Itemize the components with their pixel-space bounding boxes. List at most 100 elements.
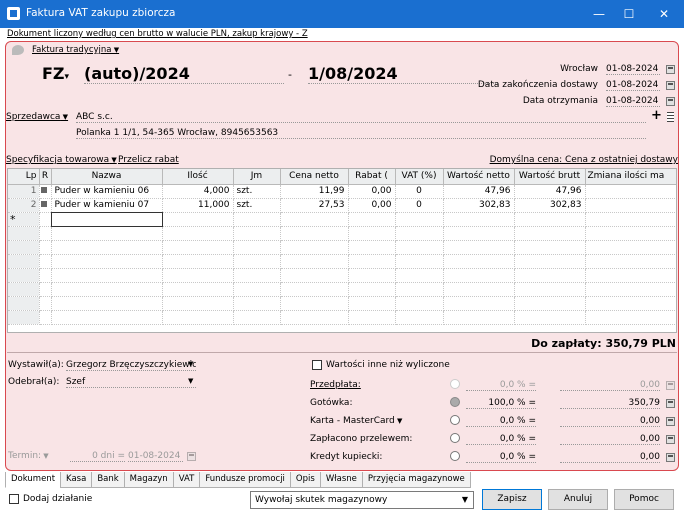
payment-amount-card[interactable]: 0,00 [560, 416, 660, 427]
close-button[interactable]: ✕ [647, 0, 681, 28]
tab-fundusze-promocji[interactable]: Fundusze promocji [199, 472, 291, 488]
col-qty[interactable]: Ilość [162, 169, 234, 185]
cell-name[interactable]: Puder w kamieniu 06 [51, 184, 163, 199]
payment-amount-cash[interactable]: 350,79 [560, 398, 660, 409]
document-date-field[interactable]: 1/08/2024 [308, 64, 498, 84]
calculator-icon[interactable] [666, 381, 675, 390]
calculator-icon[interactable] [666, 417, 675, 426]
new-row-name-input[interactable] [50, 211, 163, 227]
document-mode-note[interactable]: Dokument liczony według cen brutto w wal… [7, 29, 308, 39]
payment-radio-transfer[interactable] [450, 433, 460, 443]
cell-gross[interactable]: 302,83 [514, 198, 586, 213]
tab-vat[interactable]: VAT [172, 472, 201, 488]
cell-price[interactable]: 11,99 [280, 184, 349, 199]
payment-pct-card[interactable]: 0,0 % = [466, 416, 536, 427]
col-name[interactable]: Nazwa [51, 169, 163, 185]
payment-amount-prepayment[interactable]: 0,00 [560, 380, 660, 391]
tab-dokument[interactable]: Dokument [5, 472, 62, 488]
tab-magazyn[interactable]: Magazyn [123, 472, 174, 488]
calculator-icon[interactable] [666, 453, 675, 462]
cell-unit[interactable]: szt. [233, 184, 281, 199]
add-action-checkbox[interactable] [9, 494, 19, 504]
issued-select[interactable]: Grzegorz Brzęczyszczykiewicz [66, 360, 196, 371]
payment-radio-card[interactable] [450, 415, 460, 425]
payment-pct-prepayment[interactable]: 0,0 % = [466, 380, 536, 391]
payment-pct-credit[interactable]: 0,0 % = [466, 452, 536, 463]
place-date-field[interactable]: 01-08-2024 [606, 64, 660, 75]
col-price[interactable]: Cena netto [280, 169, 349, 185]
cell-gross[interactable]: 47,96 [514, 184, 586, 199]
table-row[interactable]: 1 Puder w kamieniu 06 4,000 szt. 11,99 0… [8, 184, 676, 199]
term-date-field[interactable]: 01-08-2024 [128, 451, 183, 462]
col-r[interactable]: R [39, 169, 52, 185]
calendar-icon[interactable] [666, 97, 675, 106]
col-lp[interactable]: Lp [8, 169, 40, 185]
delivery-end-field[interactable]: 01-08-2024 [606, 80, 660, 91]
document-type-link[interactable]: Faktura tradycyjna [32, 45, 119, 55]
payment-pct-transfer[interactable]: 0,0 % = [466, 434, 536, 445]
payment-label-prepayment[interactable]: Przedpłata: [310, 380, 361, 390]
payment-label-card[interactable]: Karta - MasterCard [310, 416, 402, 426]
cell-change[interactable] [585, 198, 676, 213]
payment-radio-prepayment[interactable] [450, 379, 460, 389]
cell-name[interactable]: Puder w kamieniu 07 [51, 198, 163, 213]
minimize-button[interactable]: — [582, 0, 616, 28]
seller-dropdown[interactable]: Sprzedawca [6, 112, 68, 122]
maximize-button[interactable]: ☐ [612, 0, 646, 28]
spec-dropdown[interactable]: Specyfikacja towarowa [6, 155, 117, 165]
tab-przyjecia-magazynowe[interactable]: Przyjęcia magazynowe [361, 472, 471, 488]
chevron-down-icon[interactable]: ▼ [188, 377, 193, 385]
default-price-link[interactable]: Domyślna cena: Cena z ostatniej dostawy [490, 155, 678, 165]
payment-amount-transfer[interactable]: 0,00 [560, 434, 660, 445]
tab-opis[interactable]: Opis [289, 472, 321, 488]
add-seller-button[interactable]: + [651, 108, 662, 123]
cancel-button[interactable]: Anuluj [548, 489, 608, 510]
col-vat[interactable]: VAT (%) [395, 169, 444, 185]
cell-change[interactable] [585, 184, 676, 199]
calendar-icon[interactable] [666, 65, 675, 74]
cell-net[interactable]: 47,96 [443, 184, 515, 199]
term-days-field[interactable]: 0 dni = [70, 451, 125, 462]
payment-radio-cash[interactable] [450, 397, 460, 407]
calendar-icon[interactable] [666, 81, 675, 90]
payment-radio-credit[interactable] [450, 451, 460, 461]
col-unit[interactable]: Jm [233, 169, 281, 185]
term-dropdown[interactable]: Termin: [8, 451, 49, 461]
tab-bank[interactable]: Bank [91, 472, 125, 488]
payment-amount-credit[interactable]: 0,00 [560, 452, 660, 463]
col-change[interactable]: Zmiana ilości ma [585, 169, 676, 185]
items-grid[interactable]: Lp R Nazwa Ilość Jm Cena netto Rabat ( V… [7, 168, 677, 333]
col-net[interactable]: Wartość netto [443, 169, 515, 185]
calendar-icon[interactable] [187, 452, 196, 461]
seller-name-field[interactable]: ABC s.c. [76, 112, 646, 123]
new-row[interactable]: * [8, 211, 676, 227]
document-number-field[interactable]: (auto)/2024 [84, 64, 284, 84]
calculator-icon[interactable] [666, 399, 675, 408]
save-button[interactable]: Zapisz [482, 489, 542, 510]
received-select[interactable]: Szef [66, 377, 196, 388]
cell-net[interactable]: 302,83 [443, 198, 515, 213]
cell-price[interactable]: 27,53 [280, 198, 349, 213]
cell-vat[interactable]: 0 [395, 198, 444, 213]
cell-unit[interactable]: szt. [233, 198, 281, 213]
cell-discount[interactable]: 0,00 [348, 198, 396, 213]
payment-pct-cash[interactable]: 100,0 % = [466, 398, 536, 409]
cell-vat[interactable]: 0 [395, 184, 444, 199]
recalc-discount-link[interactable]: Przelicz rabat [118, 155, 179, 165]
table-row[interactable]: 2 Puder w kamieniu 07 11,000 szt. 27,53 … [8, 198, 676, 213]
col-discount[interactable]: Rabat ( [348, 169, 396, 185]
cell-qty[interactable]: 11,000 [162, 198, 234, 213]
tab-kasa[interactable]: Kasa [60, 472, 93, 488]
series-select[interactable]: FZ▾ [42, 64, 69, 83]
col-gross[interactable]: Wartość brutt [514, 169, 586, 185]
cell-discount[interactable]: 0,00 [348, 184, 396, 199]
cell-qty[interactable]: 4,000 [162, 184, 234, 199]
chevron-down-icon[interactable]: ▼ [188, 360, 193, 368]
other-values-checkbox[interactable] [312, 360, 322, 370]
calculator-icon[interactable] [666, 435, 675, 444]
tab-wlasne[interactable]: Własne [319, 472, 363, 488]
receipt-date-field[interactable]: 01-08-2024 [606, 96, 660, 107]
list-icon[interactable] [667, 112, 674, 122]
help-button[interactable]: Pomoc [614, 489, 674, 510]
warehouse-effect-select[interactable]: Wywołaj skutek magazynowy ▼ [250, 491, 474, 509]
